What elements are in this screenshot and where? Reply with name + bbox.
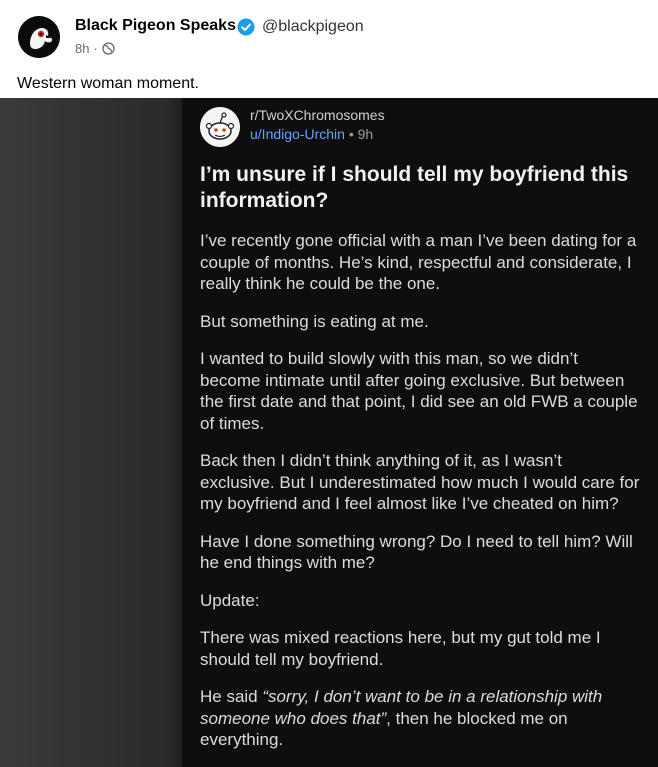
reddit-user-line: u/Indigo-Urchin • 9h (250, 126, 373, 142)
reddit-snoo-icon (200, 107, 240, 147)
subreddit-name: r/TwoXChromosomes (250, 107, 385, 123)
post-caption: Western woman moment. (17, 75, 199, 92)
reddit-screenshot: r/TwoXChromosomes u/Indigo-Urchin • 9h I… (182, 98, 658, 767)
body-paragraph: Have I done something wrong? Do I need t… (200, 531, 633, 573)
reddit-post-title: I’m unsure if I should tell my boyfriend… (200, 163, 629, 212)
post-meta: 8h · (75, 41, 115, 56)
reddit-time: 9h (357, 126, 374, 142)
meta-separator: · (93, 41, 98, 56)
body-paragraph: Back then I didn’t think anything of it,… (200, 451, 640, 513)
reddit-username: u/Indigo-Urchin (250, 126, 345, 142)
post-time[interactable]: 8h (75, 41, 89, 56)
body-paragraph: Update: (200, 590, 260, 610)
author-handle[interactable]: @blackpigeon (262, 18, 364, 36)
pigeon-logo-icon (18, 16, 60, 58)
verified-badge-icon (237, 18, 255, 36)
body-paragraph-update: He said “sorry, I don’t want to be in a … (200, 686, 640, 751)
reddit-avatar (200, 107, 240, 147)
author-name[interactable]: Black Pigeon Speaks (75, 17, 236, 35)
body-paragraph: I’ve recently gone official with a man I… (200, 231, 637, 293)
reddit-separator: • (348, 126, 354, 142)
post-image[interactable]: r/TwoXChromosomes u/Indigo-Urchin • 9h I… (0, 98, 658, 767)
globe-icon (102, 42, 115, 55)
body-paragraph: But something is eating at me. (200, 311, 429, 331)
reddit-post-body: I’ve recently gone official with a man I… (200, 230, 640, 767)
body-paragraph: There was mixed reactions here, but my g… (200, 628, 601, 669)
body-paragraph: I wanted to build slowly with this man, … (200, 349, 638, 433)
quote-prefix: He said (200, 687, 263, 706)
avatar[interactable] (18, 16, 60, 58)
post-header: Black Pigeon Speaks @blackpigeon 8h · (0, 0, 658, 70)
